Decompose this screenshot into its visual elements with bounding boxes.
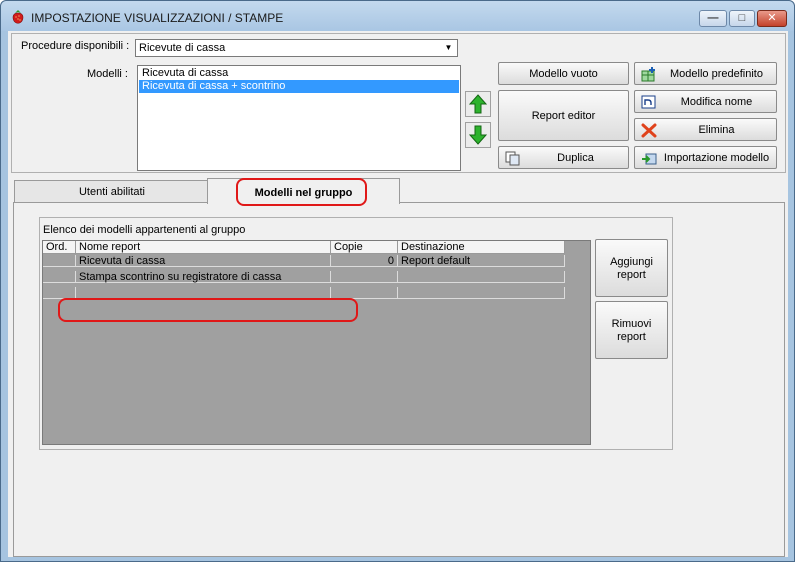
table-cell[interactable] [43, 255, 76, 267]
client-area: Procedure disponibili : Ricevute di cass… [8, 31, 788, 557]
modello-vuoto-button[interactable]: Modello vuoto [498, 62, 629, 85]
close-button[interactable]: ✕ [757, 10, 787, 27]
chevron-down-icon[interactable]: ▼ [441, 41, 456, 55]
table-cell[interactable]: Report default [398, 255, 565, 267]
modelli-listbox[interactable]: Ricevuta di cassa Ricevuta di cassa + sc… [137, 65, 461, 171]
strawberry-icon [12, 10, 24, 24]
importazione-modello-button[interactable]: Importazione modello [634, 146, 777, 169]
button-label: Modello vuoto [529, 68, 598, 80]
move-up-button[interactable] [465, 91, 491, 117]
button-label: report [617, 269, 646, 281]
group-title: Elenco dei modelli appartenenti al grupp… [43, 224, 246, 236]
top-panel: Procedure disponibili : Ricevute di cass… [11, 33, 786, 173]
button-label: Modifica nome [680, 96, 753, 108]
list-item[interactable]: Ricevuta di cassa [139, 67, 459, 80]
arrow-up-icon [469, 94, 487, 114]
table-cell[interactable]: 0 [331, 255, 398, 267]
procedure-value: Ricevute di cassa [139, 42, 226, 54]
column-header-destinazione[interactable]: Destinazione [398, 241, 565, 254]
button-label: report [617, 331, 646, 343]
procedure-label: Procedure disponibili : [21, 40, 130, 52]
rimuovi-report-button[interactable]: Rimuovi report [595, 301, 668, 359]
column-header-nome[interactable]: Nome report [76, 241, 331, 254]
button-label: Duplica [557, 152, 594, 164]
title-bar[interactable]: IMPOSTAZIONE VISUALIZZAZIONI / STAMPE — … [1, 1, 794, 31]
tab-panel-modelli: Elenco dei modelli appartenenti al grupp… [13, 202, 785, 557]
list-item-selected[interactable]: Ricevuta di cassa + scontrino [139, 80, 459, 93]
report-editor-button[interactable]: Report editor [498, 90, 629, 141]
arrow-down-icon [469, 125, 487, 145]
minimize-icon: — [707, 12, 719, 24]
table-cell[interactable] [331, 271, 398, 283]
modifica-nome-button[interactable]: Modifica nome [634, 90, 777, 113]
button-label: Rimuovi [611, 318, 652, 330]
elimina-button[interactable]: Elimina [634, 118, 777, 141]
button-label: Importazione modello [663, 152, 770, 164]
procedure-combo[interactable]: Ricevute di cassa ▼ [135, 39, 458, 57]
tab-label: Utenti abilitati [78, 186, 146, 198]
table-cell[interactable] [398, 271, 565, 283]
table-cell[interactable] [43, 271, 76, 283]
button-label: Aggiungi [610, 256, 653, 268]
button-label: Report editor [531, 110, 596, 122]
button-label: Elimina [698, 124, 735, 136]
minimize-button[interactable]: — [699, 10, 727, 27]
move-down-button[interactable] [465, 122, 491, 148]
modello-predefinito-button[interactable]: Modello predefinito [634, 62, 777, 85]
modelli-label: Modelli : [87, 68, 128, 80]
app-window: IMPOSTAZIONE VISUALIZZAZIONI / STAMPE — … [0, 0, 795, 562]
column-header-ord[interactable]: Ord. [43, 241, 76, 254]
close-icon: ✕ [767, 12, 777, 24]
tab-utenti-abilitati[interactable]: Utenti abilitati [14, 180, 210, 204]
maximize-icon: □ [738, 12, 746, 24]
table-cell[interactable]: Ricevuta di cassa [76, 255, 331, 267]
report-grid[interactable]: Ord. Nome report Copie Destinazione Rice… [42, 240, 591, 445]
table-cell[interactable]: Stampa scontrino su registratore di cass… [76, 271, 331, 283]
modelli-group: Elenco dei modelli appartenenti al grupp… [39, 217, 673, 450]
table-cell-empty[interactable] [398, 287, 565, 299]
maximize-button[interactable]: □ [729, 10, 755, 27]
button-label: Modello predefinito [670, 68, 763, 80]
column-header-copie[interactable]: Copie [331, 241, 398, 254]
annotation-highlight-row [58, 298, 358, 322]
aggiungi-report-button[interactable]: Aggiungi report [595, 239, 668, 297]
window-title: IMPOSTAZIONE VISUALIZZAZIONI / STAMPE [31, 11, 284, 25]
annotation-highlight-tab [236, 178, 367, 206]
duplica-button[interactable]: Duplica [498, 146, 629, 169]
